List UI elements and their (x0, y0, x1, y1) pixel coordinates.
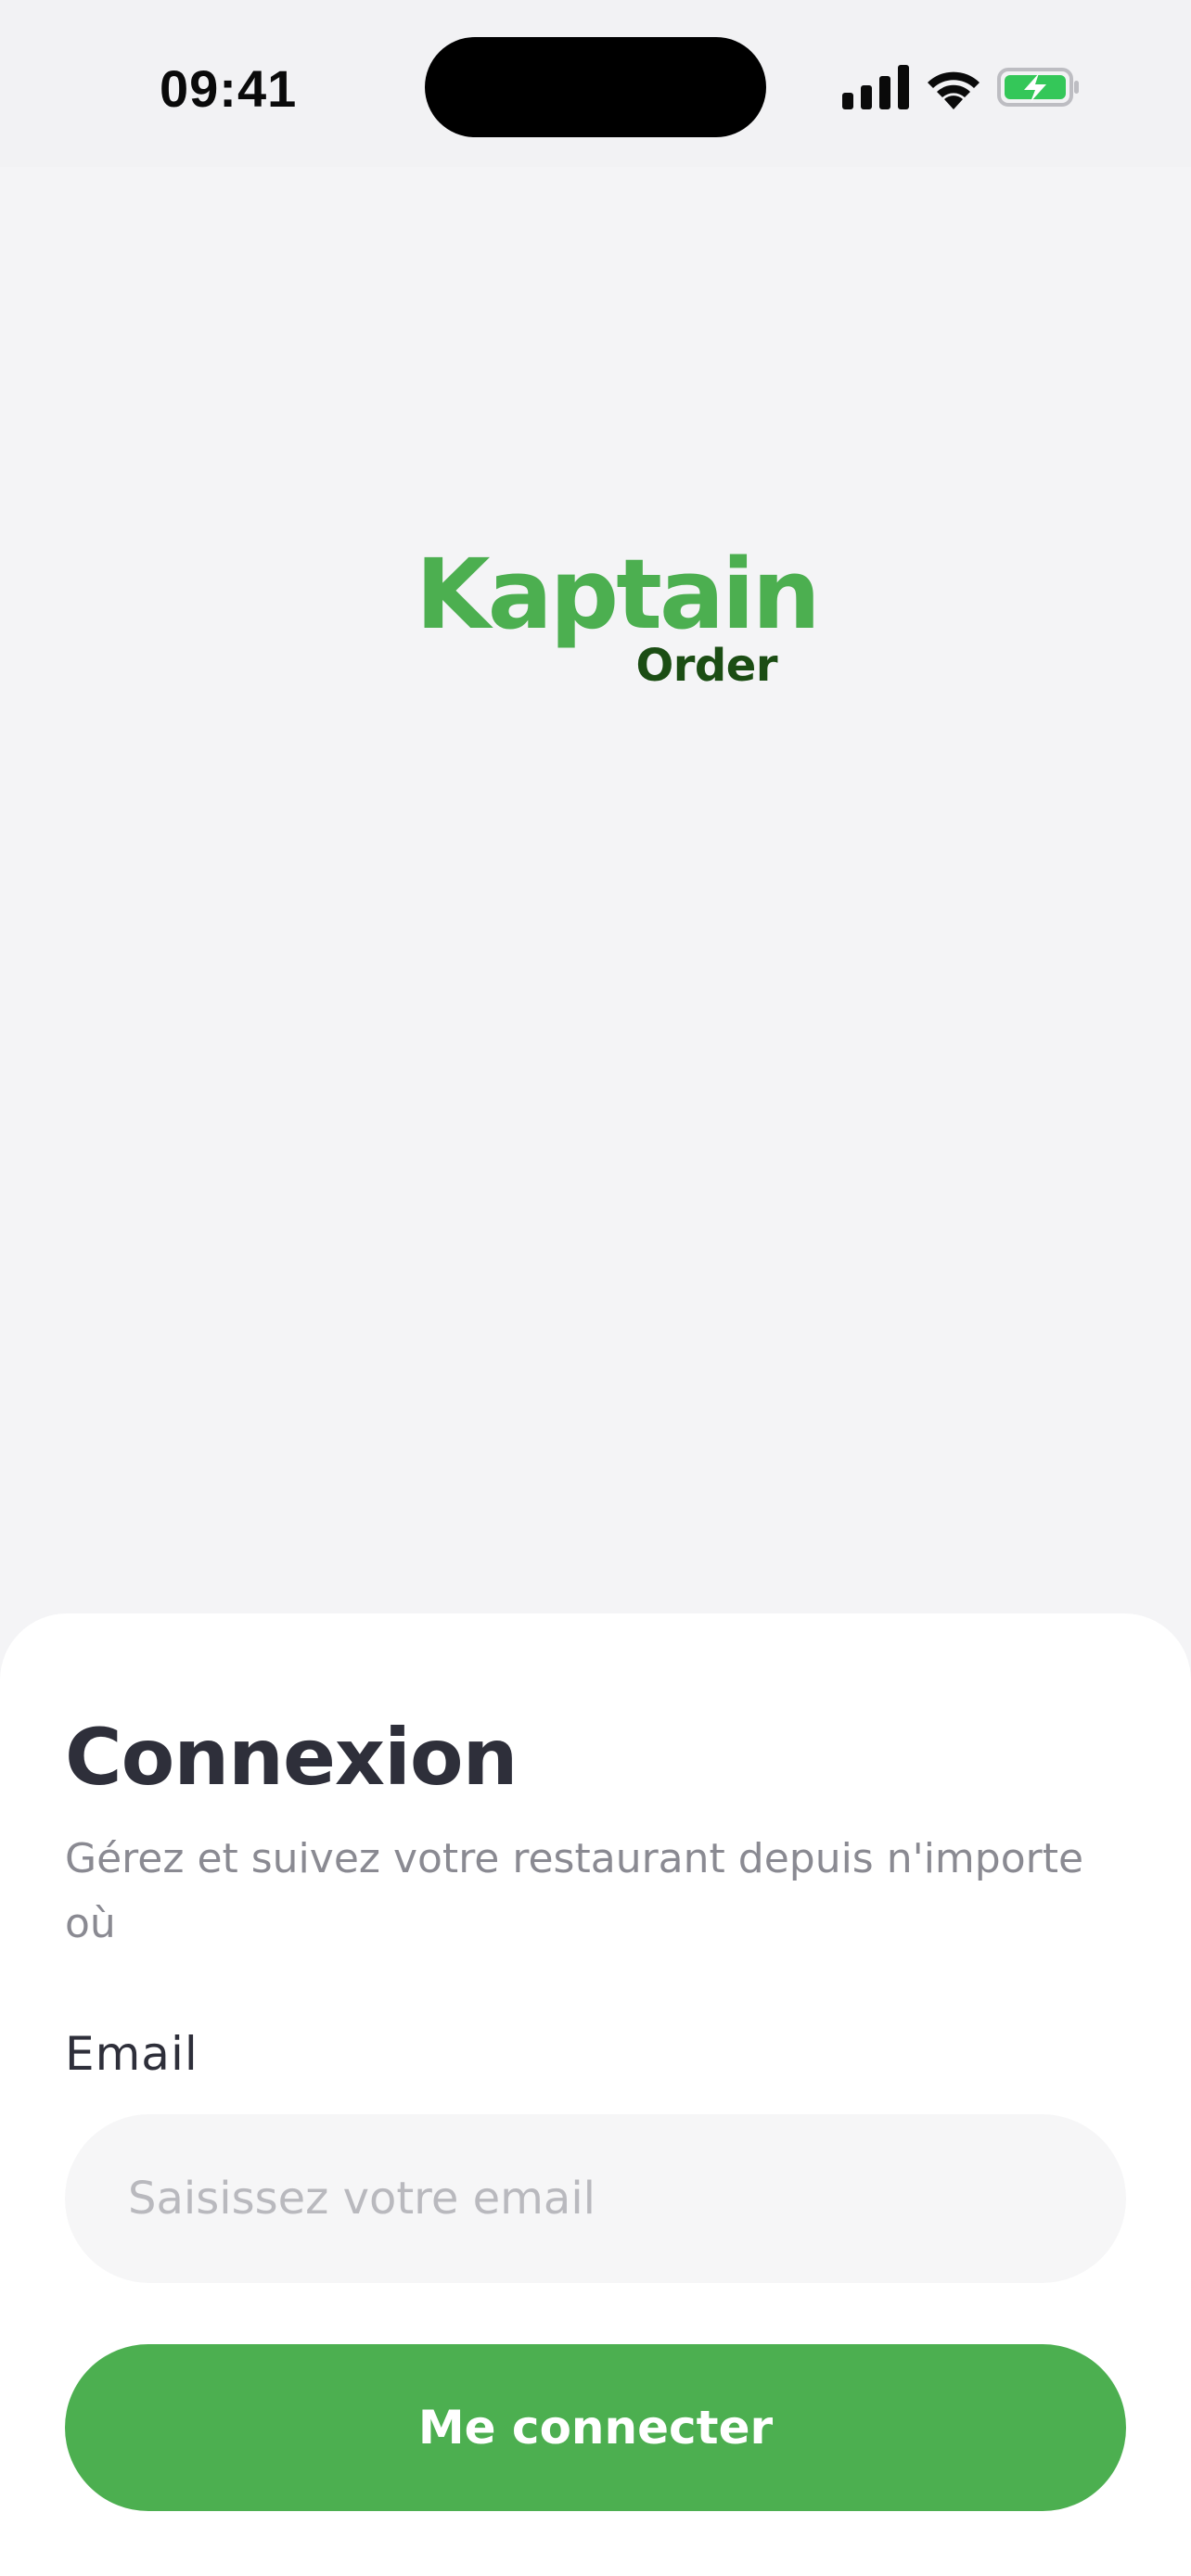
status-time: 09:41 (160, 59, 298, 118)
cellular-signal-icon (842, 65, 909, 109)
battery-charging-icon (997, 68, 1079, 107)
login-screen: 09:41 Kaptain Order Connexion Gérez et s… (0, 0, 1191, 2576)
page-subtitle: Gérez et suivez votre restaurant depuis … (65, 1835, 1084, 1947)
login-button[interactable]: Me connecter (65, 2344, 1126, 2511)
kaptain-order-logo: Kaptain Order (416, 534, 821, 701)
email-label: Email (65, 2027, 198, 2081)
status-icons (840, 61, 1082, 113)
login-sheet: Connexion Gérez et suivez votre restaura… (0, 1613, 1191, 2576)
page-title: Connexion (65, 1712, 518, 1803)
status-bar: 09:41 (0, 0, 1191, 167)
dynamic-island (425, 37, 766, 137)
wifi-icon (928, 71, 980, 109)
logo-subtitle: Order (635, 640, 777, 692)
email-field[interactable] (65, 2114, 1126, 2283)
